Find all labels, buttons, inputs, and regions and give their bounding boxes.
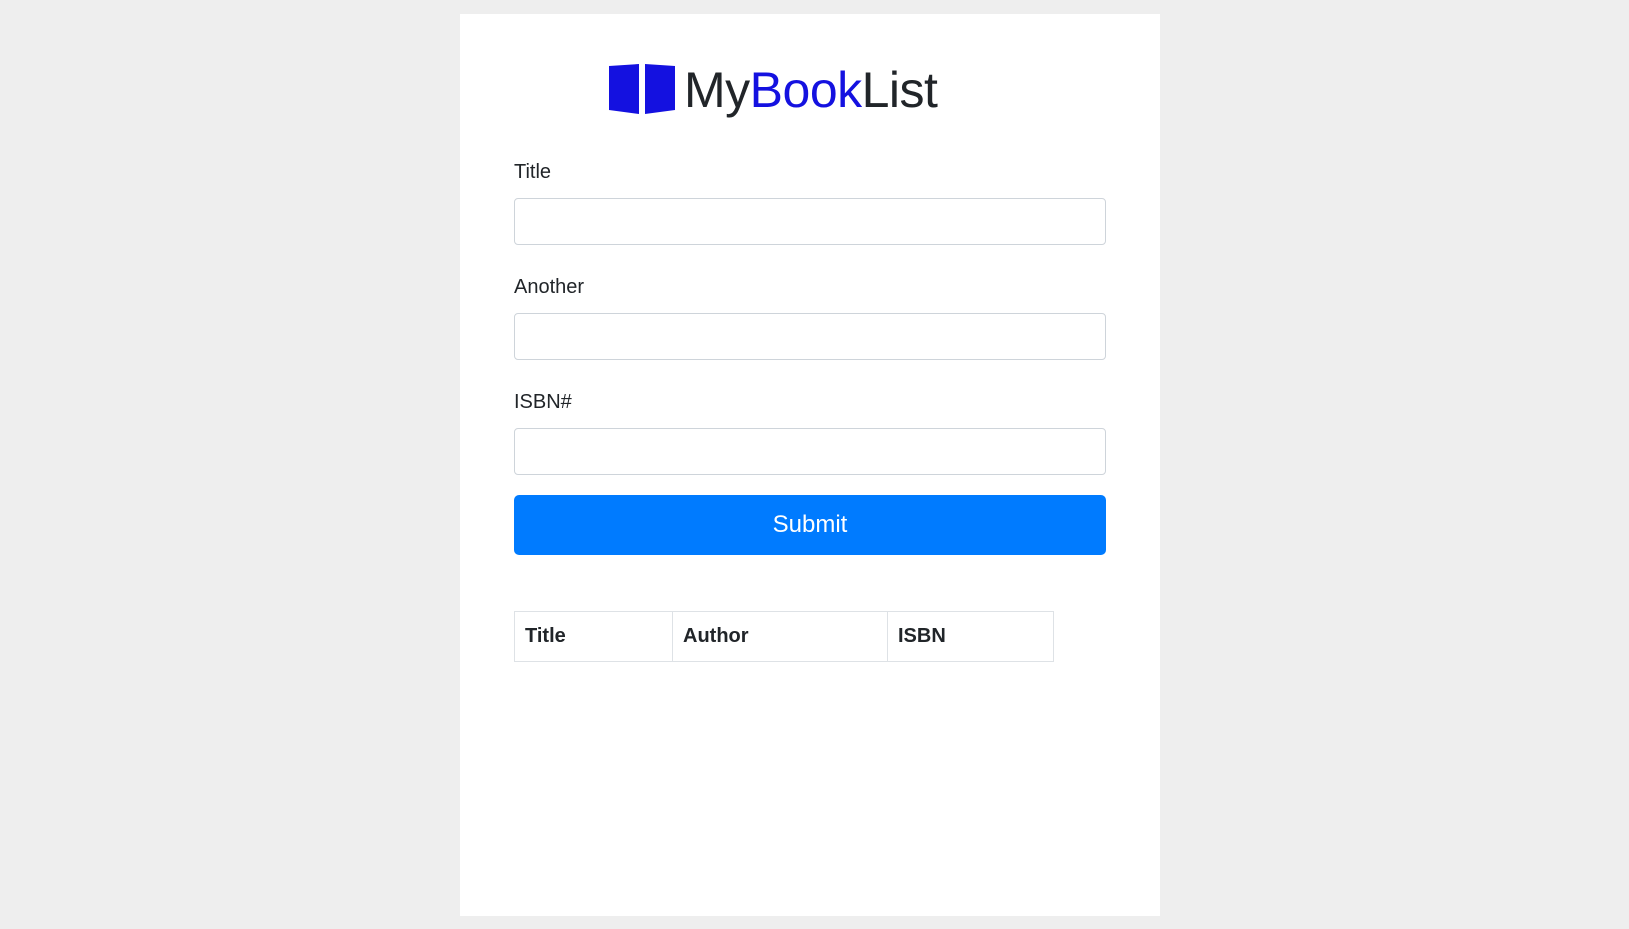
brand-name: MyBookList <box>684 62 938 118</box>
isbn-label: ISBN# <box>514 391 572 413</box>
table-header-row: Title Author ISBN <box>514 611 1054 662</box>
brand-name-my: My <box>684 62 750 118</box>
app-container: MyBookList Title Another ISBN# Submit Ti… <box>460 14 1160 916</box>
book-form: Title Another ISBN# Submit <box>514 158 1106 555</box>
isbn-input[interactable] <box>514 428 1106 475</box>
column-header-author: Author <box>672 611 888 662</box>
brand-name-book: Book <box>749 62 862 118</box>
book-table-header: Title Author ISBN <box>514 611 1054 662</box>
title-label: Title <box>514 161 552 183</box>
title-input[interactable] <box>514 198 1106 245</box>
open-book-icon <box>608 61 684 120</box>
column-header-isbn: ISBN <box>887 611 1054 662</box>
brand-logo: MyBookList <box>608 54 938 126</box>
author-label: Another <box>514 276 585 298</box>
brand-name-list: List <box>861 62 938 118</box>
submit-button[interactable]: Submit <box>514 495 1106 555</box>
column-header-title: Title <box>514 611 673 662</box>
book-list-table: Title Author ISBN <box>514 611 1054 662</box>
author-input[interactable] <box>514 313 1106 360</box>
